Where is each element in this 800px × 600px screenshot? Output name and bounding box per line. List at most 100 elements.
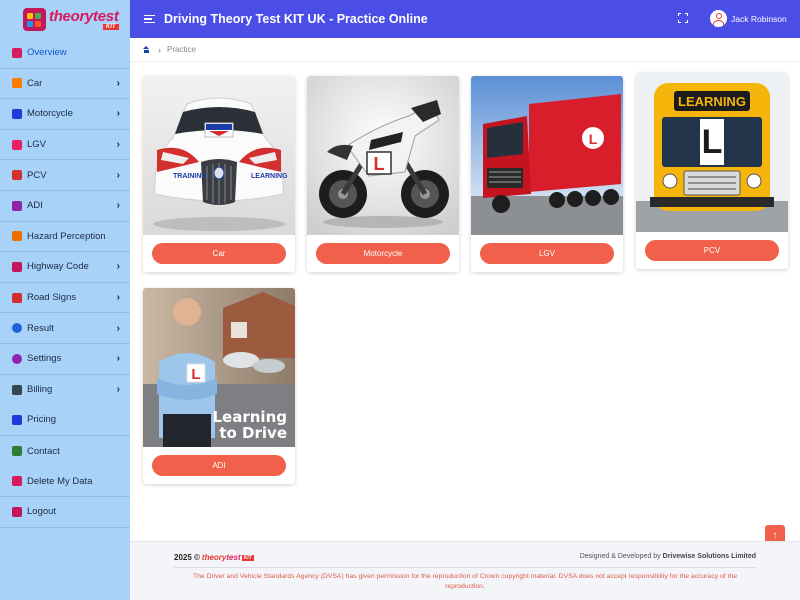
- arrow-up-icon: ↑: [772, 529, 778, 541]
- sidebar-item-label: Hazard Perception: [27, 230, 106, 242]
- sidebar-item-lgv[interactable]: LGV ›: [0, 130, 130, 161]
- sidebar-item-label: Settings: [27, 353, 62, 365]
- car-button[interactable]: Car: [152, 243, 286, 264]
- bus-icon: [12, 170, 22, 181]
- motorcycle-icon: [12, 108, 22, 119]
- info-icon: [12, 323, 22, 334]
- pcv-button[interactable]: PCV: [645, 240, 779, 261]
- hazard-icon: [12, 231, 22, 242]
- sidebar-item-label: Logout: [27, 506, 57, 518]
- sidebar-item-adi[interactable]: ADI ›: [0, 191, 130, 222]
- chevron-right-icon: ›: [116, 322, 120, 334]
- car-plate-left-text: TRAINING: [173, 173, 207, 180]
- car-image: TRAINING LEARNING: [143, 76, 295, 235]
- motorcycle-button[interactable]: Motorcycle: [316, 243, 450, 264]
- chevron-right-icon: ›: [116, 353, 120, 365]
- logo-wordmark: theorytest KIT: [49, 7, 119, 30]
- sidebar-item-label: Overview: [27, 47, 67, 59]
- sidebar-item-label: Billing: [27, 384, 53, 396]
- instructor-icon: [12, 200, 22, 211]
- chevron-right-icon: ›: [116, 77, 120, 89]
- footer-divider: [174, 567, 756, 568]
- practice-card-lgv: L LGV: [471, 76, 623, 272]
- chevron-right-icon: ›: [116, 292, 120, 304]
- practice-card-car: TRAINING LEARNING Car: [143, 76, 295, 272]
- sidebar-item-logout[interactable]: Logout: [0, 497, 130, 528]
- sidebar-item-pricing[interactable]: Pricing: [0, 405, 130, 436]
- settings-icon: [12, 353, 22, 364]
- user-avatar-icon[interactable]: [710, 10, 727, 27]
- practice-card-motorcycle: L Motorcycle: [307, 76, 459, 272]
- grid-icon: [12, 47, 22, 58]
- sidebar-item-label: Delete My Data: [27, 475, 93, 487]
- user-name[interactable]: Jack Robinson: [731, 14, 787, 24]
- sidebar-item-label: Pricing: [27, 414, 57, 426]
- breadcrumb: › Practice: [130, 38, 800, 62]
- sidebar-item-car[interactable]: Car ›: [0, 69, 130, 100]
- chevron-right-icon: ›: [158, 44, 161, 55]
- sidebar-item-label: Car: [27, 77, 43, 89]
- sidebar-item-label: Highway Code: [27, 261, 89, 273]
- l-plate-text: L: [374, 154, 385, 174]
- chevron-right-icon: ›: [116, 108, 120, 120]
- sidebar-item-label: Result: [27, 322, 54, 334]
- adi-button[interactable]: ADI: [152, 455, 286, 476]
- delete-icon: [12, 476, 22, 487]
- chevron-right-icon: ›: [116, 384, 120, 396]
- truck-icon: [12, 139, 22, 150]
- car-icon: [12, 78, 22, 89]
- contact-icon: [12, 446, 22, 457]
- fullscreen-icon[interactable]: [678, 13, 688, 23]
- bus-l-plate-text: L: [702, 123, 723, 161]
- sidebar-item-hazard-perception[interactable]: Hazard Perception: [0, 222, 130, 253]
- chevron-right-icon: ›: [116, 139, 120, 151]
- lgv-button[interactable]: LGV: [480, 243, 614, 264]
- sidebar-nav: Overview Car › Motorcycle › LGV › PCV › ADI › Hazar…: [0, 38, 130, 528]
- sidebar-item-label: LGV: [27, 139, 47, 151]
- breadcrumb-current: Practice: [167, 45, 196, 54]
- adi-l-plate-text: L: [191, 366, 200, 383]
- sidebar-item-label: Contact: [27, 445, 60, 457]
- pricing-icon: [12, 414, 22, 425]
- sidebar-item-highway-code[interactable]: Highway Code ›: [0, 252, 130, 283]
- lgv-image: L: [471, 76, 623, 235]
- top-bar: Driving Theory Test KIT UK - Practice On…: [130, 0, 800, 38]
- motorcycle-image: L: [307, 76, 459, 235]
- footer-credit: Designed & Developed by Drivewise Soluti…: [579, 553, 756, 560]
- logout-icon: [12, 506, 22, 517]
- road-sign-icon: [12, 292, 22, 303]
- sidebar-item-result[interactable]: Result ›: [0, 313, 130, 344]
- home-icon[interactable]: [143, 46, 150, 53]
- main-content: TRAINING LEARNING Car L Motorcycle L LGV…: [130, 62, 800, 541]
- sidebar-item-label: Road Signs: [27, 292, 77, 304]
- car-plate-right-text: LEARNING: [251, 173, 288, 180]
- chevron-right-icon: ›: [116, 200, 120, 212]
- sidebar-item-billing[interactable]: Billing ›: [0, 375, 130, 406]
- lgv-l-plate-text: L: [589, 131, 598, 147]
- footer-disclaimer: The Driver and Vehicle Standards Agency …: [192, 573, 738, 590]
- sidebar-item-settings[interactable]: Settings ›: [0, 344, 130, 375]
- footer-copyright: 2025 © theorytest KIT: [174, 553, 254, 562]
- sidebar-item-label: PCV: [27, 169, 47, 181]
- sidebar-item-overview[interactable]: Overview: [0, 38, 130, 69]
- bus-sign-text: LEARNING: [678, 94, 746, 109]
- app-logo[interactable]: theorytest KIT: [0, 0, 130, 38]
- logo-badge-icon: [23, 7, 46, 31]
- adi-line2-text: to Drive: [219, 424, 287, 442]
- sidebar-item-delete-my-data[interactable]: Delete My Data: [0, 466, 130, 497]
- pcv-image: LEARNING L: [636, 73, 788, 232]
- sidebar-item-pcv[interactable]: PCV ›: [0, 160, 130, 191]
- adi-image: L Learning to Drive: [143, 288, 295, 447]
- sidebar-item-contact[interactable]: Contact: [0, 436, 130, 467]
- company-link[interactable]: Drivewise Solutions Limited: [663, 553, 756, 560]
- footer: 2025 © theorytest KIT Designed & Develop…: [130, 541, 800, 600]
- billing-icon: [12, 384, 22, 395]
- chevron-right-icon: ›: [116, 261, 120, 273]
- book-icon: [12, 261, 22, 272]
- sidebar-item-label: ADI: [27, 200, 43, 212]
- sidebar-item-motorcycle[interactable]: Motorcycle ›: [0, 99, 130, 130]
- sidebar: theorytest KIT Overview Car › Motorcycle › LG…: [0, 0, 130, 600]
- sidebar-item-road-signs[interactable]: Road Signs ›: [0, 283, 130, 314]
- hamburger-menu-icon[interactable]: [144, 14, 155, 24]
- chevron-right-icon: ›: [116, 169, 120, 181]
